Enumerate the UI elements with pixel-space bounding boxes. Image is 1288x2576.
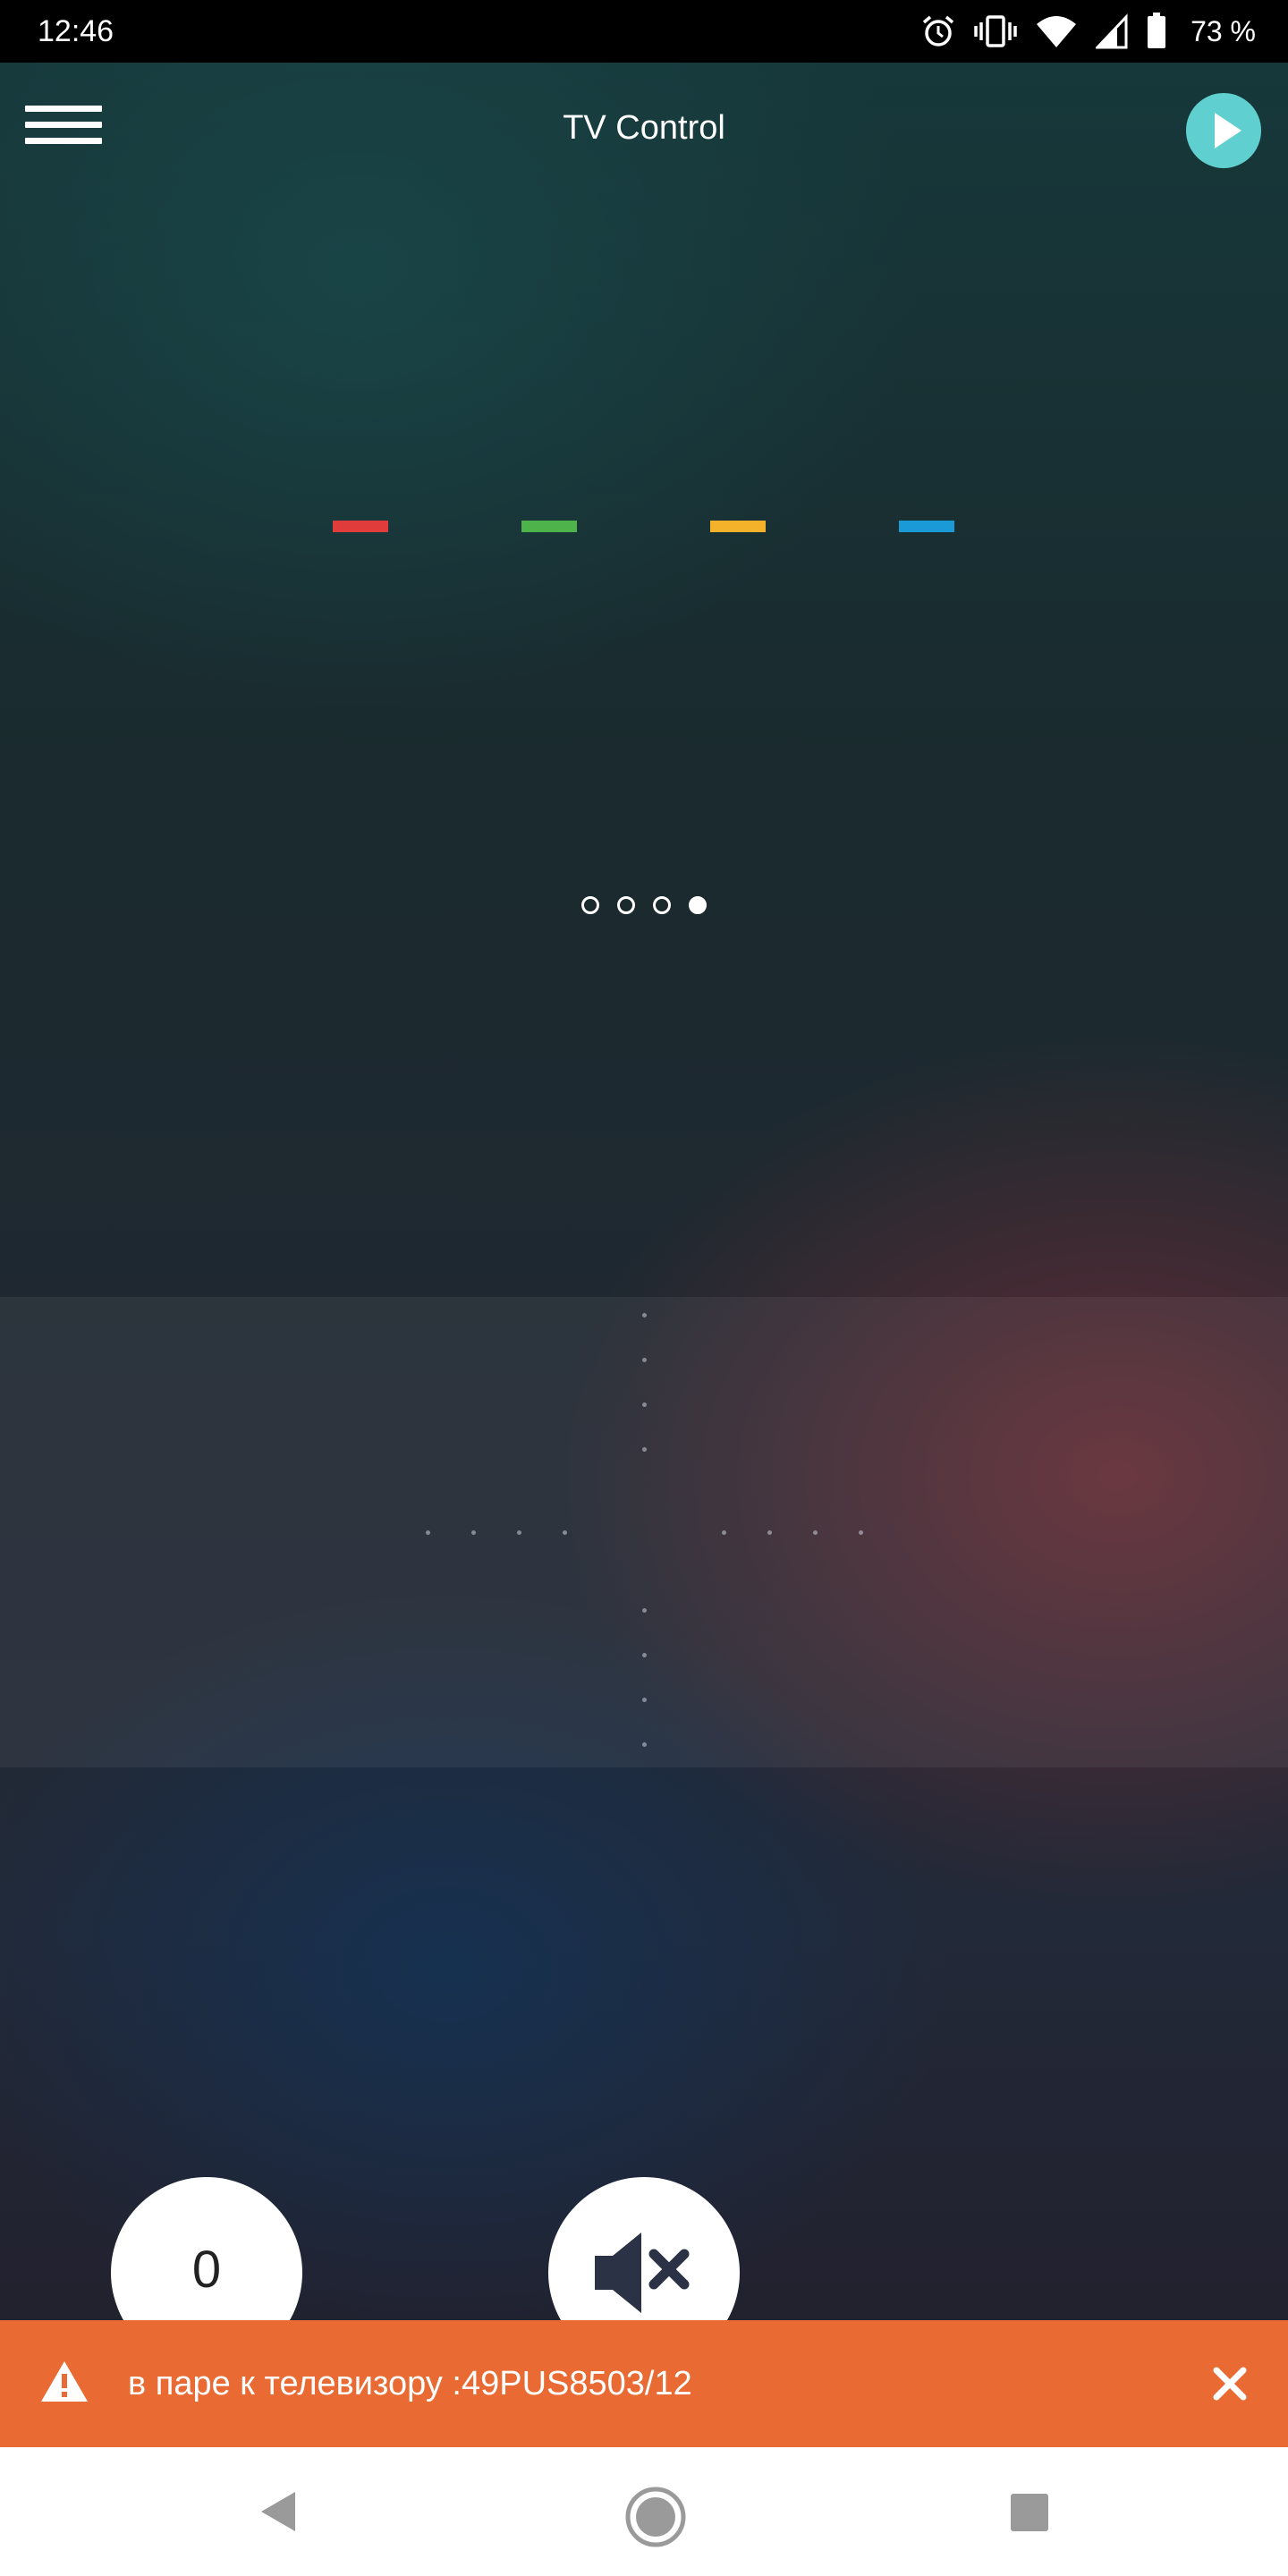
red-key-button[interactable] (333, 521, 388, 532)
home-button[interactable] (623, 2485, 688, 2554)
system-nav-bar (0, 2447, 1288, 2576)
back-button[interactable] (252, 2485, 306, 2543)
touchpad-guide-dot (813, 1530, 818, 1535)
green-key-button[interactable] (521, 521, 577, 532)
touchpad-guide-dot (426, 1530, 430, 1535)
warning-icon (41, 2361, 88, 2402)
touchpad-guide-dot (859, 1530, 863, 1535)
page-dot[interactable] (653, 896, 671, 914)
back-icon (261, 2492, 295, 2531)
touchpad-guide-dot (767, 1530, 772, 1535)
recents-button[interactable] (1009, 2492, 1050, 2538)
touchpad-guide-dot (642, 1608, 647, 1613)
touchpad-area[interactable] (0, 1297, 1288, 1767)
touchpad-guide-dot (642, 1402, 647, 1407)
touchpad-guide-dot (563, 1530, 567, 1535)
touchpad-guide-dot (642, 1313, 647, 1318)
blue-key-button[interactable] (899, 521, 954, 532)
home-icon (625, 2487, 686, 2547)
touchpad-guide-dot (722, 1530, 726, 1535)
touchpad-guide-dot (642, 1742, 647, 1747)
yellow-key-button[interactable] (710, 521, 766, 532)
page-indicator (0, 896, 1288, 914)
page-dot[interactable] (689, 896, 707, 914)
paired-tv-text: в паре к телевизору :49PUS8503/12 (128, 2365, 692, 2402)
touchpad-guide-dot (471, 1530, 476, 1535)
touchpad-guide-dot (517, 1530, 521, 1535)
paired-tv-banner: в паре к телевизору :49PUS8503/12 (0, 2320, 1288, 2447)
tv-control-screen: 12:46 73 % TV Control 0 в паре к телевиз… (0, 0, 1288, 2576)
close-icon (1213, 2367, 1247, 2401)
page-dot[interactable] (581, 896, 599, 914)
touchpad-guide-dot (642, 1447, 647, 1452)
color-keys-row (0, 0, 1288, 626)
page-dot[interactable] (617, 896, 635, 914)
zero-button-label: 0 (191, 2241, 222, 2299)
touchpad-guide-dot (642, 1653, 647, 1657)
touchpad-guide-dot (642, 1358, 647, 1362)
touchpad-guide-dot (642, 1698, 647, 1702)
recents-icon (1011, 2494, 1048, 2531)
close-banner-button[interactable] (1208, 2361, 1252, 2406)
